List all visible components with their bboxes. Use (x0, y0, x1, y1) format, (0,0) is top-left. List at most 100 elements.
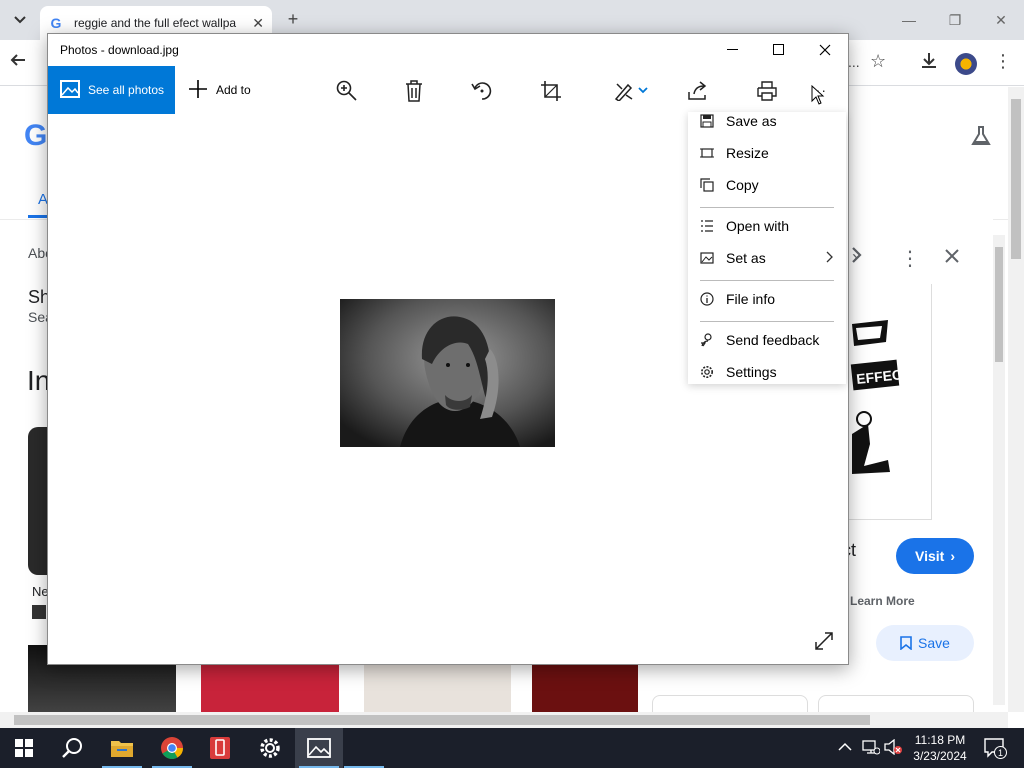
browser-minimize-button[interactable]: — (886, 0, 932, 40)
save-icon (688, 114, 726, 128)
next-chevron-icon[interactable] (850, 246, 864, 270)
fullscreen-expand-icon[interactable] (814, 631, 834, 654)
page-scrollbar-thumb[interactable] (1011, 99, 1021, 259)
panel-more-icon[interactable]: ⋮ (900, 246, 920, 271)
panel-close-icon[interactable] (944, 248, 960, 269)
bookmark-star-icon[interactable]: ☆ (870, 51, 886, 72)
taskbar-file-explorer[interactable] (98, 728, 146, 768)
see-all-photos-label: See all photos (88, 83, 165, 97)
crop-icon[interactable] (539, 80, 563, 102)
menu-separator (700, 321, 834, 322)
download-icon[interactable] (920, 51, 938, 74)
info-icon (688, 292, 726, 306)
menu-label: Settings (726, 364, 777, 380)
volume-muted-icon[interactable] (884, 738, 902, 758)
save-button[interactable]: Save (876, 625, 974, 661)
menu-item-copy[interactable]: Copy (688, 170, 846, 200)
see-all-photos-button[interactable]: See all photos (48, 66, 175, 114)
result-card-2[interactable] (818, 695, 974, 712)
preview-image[interactable]: EFFECT (848, 284, 932, 520)
taskbar-empty-slot[interactable] (340, 728, 388, 768)
share-icon[interactable] (686, 80, 710, 102)
learn-more-link[interactable]: Learn More (850, 594, 915, 608)
system-clock[interactable]: 11:18 PM 3/23/2024 (905, 732, 975, 764)
new-tab-button[interactable]: + (282, 8, 304, 30)
notification-count-badge: 1 (994, 746, 1007, 759)
menu-item-settings[interactable]: Settings (688, 357, 846, 387)
menu-label: Copy (726, 177, 759, 193)
print-icon[interactable] (755, 80, 779, 102)
browser-tab-title: reggie and the full efect wallpa (74, 16, 237, 30)
result-card-1[interactable] (652, 695, 808, 712)
horizontal-scrollbar-thumb[interactable] (14, 715, 870, 725)
chevron-up-icon[interactable] (838, 740, 852, 755)
browser-close-button[interactable]: ✕ (978, 0, 1024, 40)
panel-scrollbar[interactable] (993, 235, 1005, 705)
result-favicon (32, 605, 46, 619)
panel-scrollbar-thumb[interactable] (995, 247, 1003, 362)
chevron-down-icon (14, 16, 26, 24)
photos-minimize-button[interactable] (710, 34, 756, 66)
delete-icon[interactable] (402, 80, 426, 102)
tab-search-button[interactable] (8, 8, 32, 32)
displayed-photo[interactable] (340, 299, 555, 447)
page-vertical-scrollbar[interactable] (1008, 87, 1024, 712)
browser-menu-icon[interactable]: ⋮ (994, 51, 1012, 72)
menu-item-file-info[interactable]: File info (688, 284, 846, 314)
band-logo-artwork: EFFECT (850, 320, 912, 474)
photos-icon (307, 738, 331, 758)
menu-item-resize[interactable]: Resize (688, 138, 846, 168)
resize-icon (688, 147, 726, 159)
result-image-2[interactable] (201, 662, 339, 712)
zoom-in-icon[interactable] (335, 80, 359, 102)
taskbar-phone-app[interactable] (196, 728, 244, 768)
set-as-icon (688, 252, 726, 264)
taskbar-search-button[interactable] (48, 728, 96, 768)
network-icon[interactable] (862, 739, 881, 758)
photos-maximize-button[interactable] (756, 34, 802, 66)
back-arrow-icon[interactable] (10, 52, 26, 73)
bookmark-icon (900, 636, 912, 650)
notifications-icon[interactable]: 1 (984, 738, 1007, 761)
more-options-menu: Save as Resize Copy Open with Set as Fil… (688, 112, 846, 384)
photos-close-button[interactable] (802, 34, 848, 66)
result-image-4[interactable] (532, 662, 638, 712)
visit-label: Visit (915, 548, 945, 564)
tab-close-icon[interactable]: ✕ (252, 15, 264, 32)
profile-avatar[interactable] (955, 53, 977, 75)
gear-icon (688, 365, 726, 379)
taskbar-photos[interactable] (295, 728, 343, 768)
clock-time: 11:18 PM (914, 733, 966, 747)
photos-window-title: Photos - download.jpg (60, 43, 179, 57)
menu-label: Send feedback (726, 332, 820, 348)
photos-title-bar[interactable]: Photos - download.jpg (48, 34, 848, 66)
rotate-icon[interactable] (470, 80, 494, 102)
edit-icon (614, 83, 633, 101)
folder-icon (111, 741, 133, 757)
chevron-right-icon (826, 250, 834, 266)
feedback-icon (688, 333, 726, 347)
menu-item-save-as[interactable]: Save as (688, 106, 846, 136)
google-favicon-icon: G (50, 15, 62, 31)
chrome-icon (161, 737, 183, 759)
menu-item-send-feedback[interactable]: Send feedback (688, 325, 846, 355)
visit-button[interactable]: Visit › (896, 538, 974, 574)
labs-flask-icon[interactable] (970, 125, 992, 153)
menu-label: Set as (726, 250, 766, 266)
taskbar-settings[interactable] (246, 728, 294, 768)
menu-item-set-as[interactable]: Set as (688, 243, 846, 273)
edit-draw-dropdown[interactable] (611, 80, 651, 102)
google-logo[interactable]: G (24, 119, 47, 153)
menu-item-open-with[interactable]: Open with (688, 211, 846, 241)
open-with-icon (688, 220, 726, 232)
result-image-3[interactable] (364, 662, 511, 712)
page-horizontal-scrollbar[interactable] (0, 712, 1008, 728)
taskbar-chrome[interactable] (148, 728, 196, 768)
browser-restore-button[interactable]: ❐ (932, 0, 978, 40)
start-button[interactable] (0, 728, 48, 768)
windows-logo-icon (15, 739, 33, 757)
phone-link-icon (210, 737, 230, 759)
chevron-right-icon: › (950, 548, 955, 564)
omnibox-overflow[interactable]: ... (848, 54, 860, 70)
add-to-button[interactable]: Add to (188, 66, 251, 114)
